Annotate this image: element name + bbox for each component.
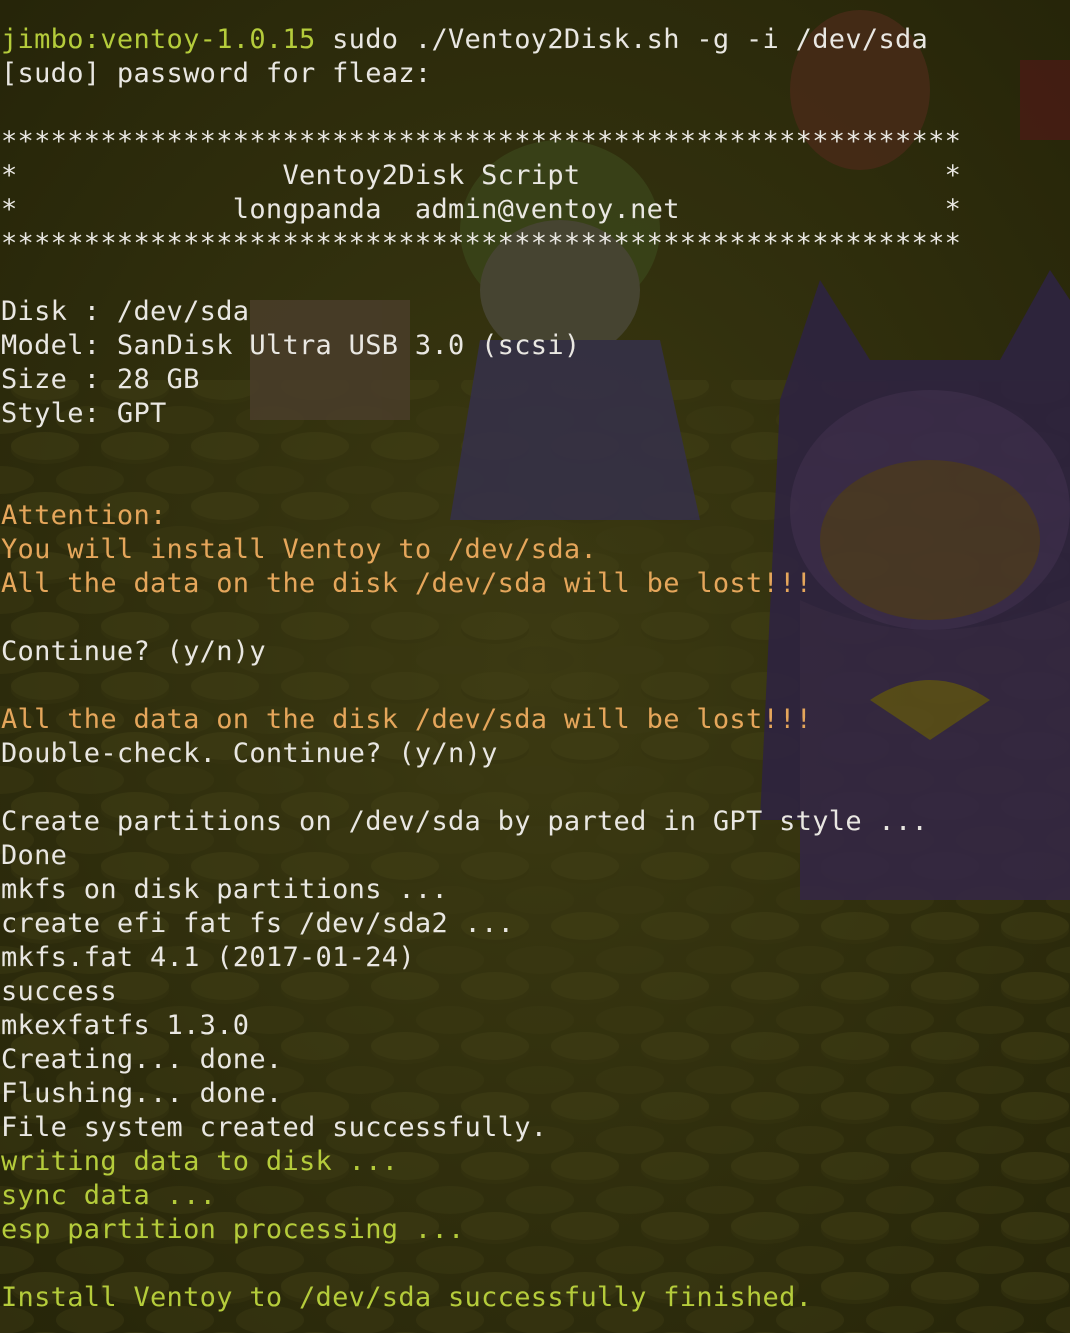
terminal-text: Model: SanDisk Ultra USB 3.0 (scsi) xyxy=(1,330,581,361)
terminal-text: sync data ... xyxy=(1,1180,217,1211)
terminal-line: Disk : /dev/sda xyxy=(0,295,1070,329)
terminal-line: File system created successfully. xyxy=(0,1111,1070,1145)
terminal-line: All the data on the disk /dev/sda will b… xyxy=(0,567,1070,601)
terminal-text: Style: GPT xyxy=(1,398,167,429)
terminal-text: All the data on the disk /dev/sda will b… xyxy=(1,704,813,735)
terminal-line: [sudo] password for fleaz: xyxy=(0,57,1070,91)
terminal-text: Size : 28 GB xyxy=(1,364,200,395)
terminal-line: Done xyxy=(0,839,1070,873)
terminal-text: mkfs.fat 4.1 (2017-01-24) xyxy=(1,942,415,973)
terminal-text: Flushing... done. xyxy=(1,1078,283,1109)
terminal-text: All the data on the disk /dev/sda will b… xyxy=(1,568,813,599)
terminal-text: create efi fat fs /dev/sda2 ... xyxy=(1,908,515,939)
terminal-line: Flushing... done. xyxy=(0,1077,1070,1111)
terminal-line: Create partitions on /dev/sda by parted … xyxy=(0,805,1070,839)
terminal-line: ****************************************… xyxy=(0,125,1070,159)
terminal-line: success xyxy=(0,975,1070,1009)
terminal-text: Double-check. Continue? (y/n)y xyxy=(1,738,498,769)
terminal-text: Install Ventoy to /dev/sda successfully … xyxy=(1,1282,813,1313)
terminal-text: success xyxy=(1,976,117,1007)
terminal-text: You will install Ventoy to /dev/sda. xyxy=(1,534,597,565)
terminal-text: Done xyxy=(1,840,68,871)
terminal-text: Create partitions on /dev/sda by parted … xyxy=(1,806,929,837)
terminal-line: Double-check. Continue? (y/n)y xyxy=(0,737,1070,771)
terminal-line: Size : 28 GB xyxy=(0,363,1070,397)
terminal-text: mkexfatfs 1.3.0 xyxy=(1,1010,250,1041)
terminal-text: sudo ./Ventoy2Disk.sh -g -i /dev/sda xyxy=(315,24,929,55)
terminal-text: esp partition processing ... xyxy=(1,1214,465,1245)
terminal-line: Model: SanDisk Ultra USB 3.0 (scsi) xyxy=(0,329,1070,363)
terminal-line: Creating... done. xyxy=(0,1043,1070,1077)
terminal-line: ****************************************… xyxy=(0,227,1070,261)
terminal-line: mkfs on disk partitions ... xyxy=(0,873,1070,907)
terminal-text: File system created successfully. xyxy=(1,1112,548,1143)
terminal-line: * Ventoy2Disk Script * xyxy=(0,159,1070,193)
terminal-text: jimbo:ventoy-1.0.15 xyxy=(1,24,316,55)
terminal-line: writing data to disk ... xyxy=(0,1145,1070,1179)
terminal-text: Attention: xyxy=(1,500,167,531)
terminal-line: jimbo:ventoy-1.0.15 sudo ./Ventoy2Disk.s… xyxy=(0,23,1070,57)
terminal-line: * longpanda admin@ventoy.net * xyxy=(0,193,1070,227)
terminal-text: ****************************************… xyxy=(1,126,962,157)
terminal-line: sync data ... xyxy=(0,1179,1070,1213)
terminal-line: Attention: xyxy=(0,499,1070,533)
terminal-line: You will install Ventoy to /dev/sda. xyxy=(0,533,1070,567)
terminal-text: ****************************************… xyxy=(1,228,962,259)
terminal-line: Continue? (y/n)y xyxy=(0,635,1070,669)
terminal-text: * Ventoy2Disk Script * xyxy=(1,160,962,191)
terminal-text: * longpanda admin@ventoy.net * xyxy=(1,194,962,225)
terminal-line: esp partition processing ... xyxy=(0,1213,1070,1247)
terminal-text: mkfs on disk partitions ... xyxy=(1,874,448,905)
terminal-text: Continue? (y/n)y xyxy=(1,636,266,667)
terminal-text: Creating... done. xyxy=(1,1044,283,1075)
terminal-line: create efi fat fs /dev/sda2 ... xyxy=(0,907,1070,941)
terminal-text: [sudo] password for fleaz: xyxy=(1,58,432,89)
terminal-line: Install Ventoy to /dev/sda successfully … xyxy=(0,1281,1070,1315)
terminal-line: All the data on the disk /dev/sda will b… xyxy=(0,703,1070,737)
terminal-text: Disk : /dev/sda xyxy=(1,296,250,327)
terminal-line: mkfs.fat 4.1 (2017-01-24) xyxy=(0,941,1070,975)
terminal-text: writing data to disk ... xyxy=(1,1146,399,1177)
terminal-line: Style: GPT xyxy=(0,397,1070,431)
terminal-line: mkexfatfs 1.3.0 xyxy=(0,1009,1070,1043)
terminal-output: jimbo:ventoy-1.0.15 sudo ./Ventoy2Disk.s… xyxy=(0,23,1070,1315)
